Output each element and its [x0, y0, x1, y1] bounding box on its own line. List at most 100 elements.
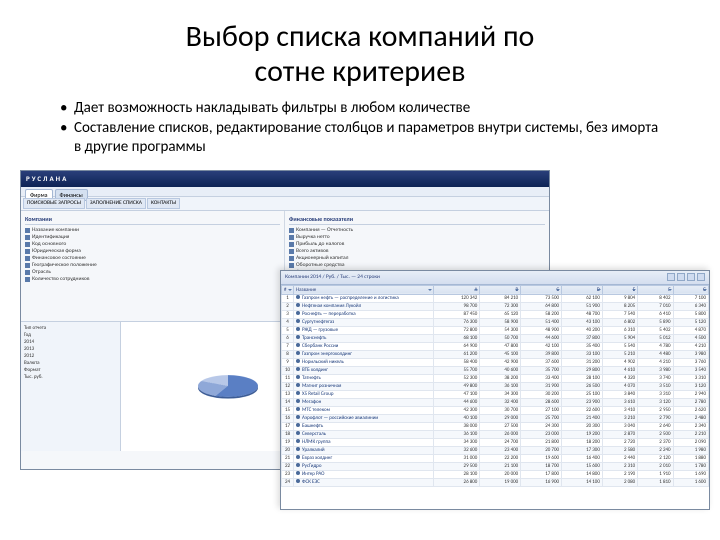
pie-sidebar: Тип отчетаГод201420132012ВалютаФорматТыс…	[21, 322, 121, 451]
table-row[interactable]: 24ФСК ЕЭС26 80019 00016 90014 1002 0801 …	[282, 478, 709, 486]
row-icon	[296, 303, 300, 307]
table-row[interactable]: 6Транснефть68 10050 70044 60037 8005 904…	[282, 334, 709, 342]
data-cell: 28 100	[434, 470, 480, 478]
table-row[interactable]: 2Нефтяная компания Лукойл98 70072 30064 …	[282, 302, 709, 310]
item-icon	[289, 228, 294, 233]
table-row[interactable]: 22РусГидро29 50021 10018 70015 6002 3102…	[282, 462, 709, 470]
column-header[interactable]: G	[673, 285, 708, 294]
table-row[interactable]: 10ВТБ холдинг55 70040 60035 70029 8004 6…	[282, 366, 709, 374]
subtab-2[interactable]: ЗАПОЛНЕНИЕ СПИСКА	[86, 198, 146, 209]
column-header[interactable]: F	[638, 285, 673, 294]
criteria-item[interactable]: Географическое положение	[25, 262, 280, 269]
data-grid[interactable]: #НазваниеABCDEFG 1Газпром нефть — распре…	[281, 285, 709, 487]
company-name-cell: Транснефть	[294, 334, 434, 342]
subtab-1[interactable]: ПОИСКОВЫЕ ЗАПРОСЫ	[23, 198, 85, 209]
data-cell: 8	[282, 350, 294, 358]
table-row[interactable]: 20Уралкалий32 60023 40020 70017 3002 580…	[282, 446, 709, 454]
column-header[interactable]: #	[282, 285, 294, 294]
criteria-item[interactable]: Код основного	[25, 241, 280, 248]
table-row[interactable]: 23Интер РАО28 10020 00017 80014 8002 190…	[282, 470, 709, 478]
data-cell: 2 240	[638, 446, 673, 454]
data-cell: 29 800	[562, 366, 603, 374]
company-name-cell: Мегафон	[294, 398, 434, 406]
table-row[interactable]: 13X5 Retail Group47 10034 30030 20025 10…	[282, 390, 709, 398]
data-cell: 64 800	[521, 302, 562, 310]
data-cell: 2 440	[602, 454, 637, 462]
row-icon	[296, 479, 300, 483]
table-row[interactable]: 8Газпром энергохолдинг61 20045 10039 800…	[282, 350, 709, 358]
grid-toolbar: Компании 2014 / Руб. / Тыс. — 24 строки	[281, 271, 709, 285]
column-header[interactable]: D	[562, 285, 603, 294]
sidebar-line: Год	[24, 332, 117, 339]
criteria-item[interactable]: Выручка нетто	[289, 234, 545, 241]
data-cell: 3 510	[638, 382, 673, 390]
table-row[interactable]: 19НЛМК группа34 30024 70021 80018 2002 7…	[282, 438, 709, 446]
data-cell: 4 902	[602, 358, 637, 366]
data-cell: 5	[282, 326, 294, 334]
column-header[interactable]: C	[521, 285, 562, 294]
data-cell: 42 900	[480, 358, 521, 366]
criteria-item[interactable]: Юридическая форма	[25, 248, 280, 255]
data-cell: 5 120	[673, 318, 708, 326]
row-icon	[296, 431, 300, 435]
data-cell: 33 100	[562, 350, 603, 358]
row-icon	[296, 407, 300, 411]
criteria-item[interactable]: Название компании	[25, 227, 280, 234]
table-row[interactable]: 12Магнит розничная49 80036 10031 90026 5…	[282, 382, 709, 390]
column-header[interactable]: B	[480, 285, 521, 294]
table-row[interactable]: 9Норильский никель58 40042 90037 60031 2…	[282, 358, 709, 366]
row-icon	[296, 439, 300, 443]
table-row[interactable]: 17Башнефть38 00027 50024 30020 3003 0402…	[282, 422, 709, 430]
criteria-item[interactable]: Всего активов	[289, 248, 545, 255]
data-cell: 8 402	[638, 294, 673, 302]
table-row[interactable]: 21Евраз холдинг31 00022 20019 60016 4002…	[282, 454, 709, 462]
app-window-grid: Компании 2014 / Руб. / Тыс. — 24 строки …	[280, 270, 710, 510]
data-cell: 2 870	[602, 430, 637, 438]
row-icon	[296, 351, 300, 355]
table-row[interactable]: 1Газпром нефть — распределение и логисти…	[282, 294, 709, 302]
data-cell: 31 900	[521, 382, 562, 390]
data-cell: 7 100	[673, 294, 708, 302]
table-row[interactable]: 15МТС телеком42 30030 70027 10022 6003 4…	[282, 406, 709, 414]
data-cell: 84 210	[480, 294, 521, 302]
grid-tool-2[interactable]	[677, 273, 685, 281]
table-row[interactable]: 11Татнефть52 30038 20033 40028 1004 3203…	[282, 374, 709, 382]
criteria-item[interactable]: Идентификация	[25, 234, 280, 241]
data-cell: 6 410	[638, 310, 673, 318]
table-row[interactable]: 16Аэрофлот — российские авиалинии40 1002…	[282, 414, 709, 422]
table-row[interactable]: 4Сургутнефтегаз76 30058 90051 40043 1006…	[282, 318, 709, 326]
data-cell: 5 904	[602, 334, 637, 342]
data-cell: 3 840	[602, 390, 637, 398]
table-row[interactable]: 18Северсталь36 10026 00023 00019 2002 87…	[282, 430, 709, 438]
item-icon	[25, 263, 30, 268]
criteria-item[interactable]: Оборотные средства	[289, 262, 545, 269]
subtab-3[interactable]: КОНТАКТЫ	[147, 198, 180, 209]
data-cell: 16 400	[562, 454, 603, 462]
data-cell: 21 100	[480, 462, 521, 470]
criteria-item[interactable]: Акционерный капитал	[289, 255, 545, 262]
grid-tool-1[interactable]	[667, 273, 675, 281]
screenshot-area: РУСЛАНА Фирма Финансы ПОИСКОВЫЕ ЗАПРОСЫ …	[20, 170, 700, 510]
data-cell: 19 200	[562, 430, 603, 438]
criteria-item[interactable]: Прибыль до налогов	[289, 241, 545, 248]
data-cell: 2 500	[638, 430, 673, 438]
column-header[interactable]: Название	[294, 285, 434, 294]
data-cell: 2 340	[673, 422, 708, 430]
criteria-item[interactable]: Финансовое состояние	[25, 255, 280, 262]
column-header[interactable]: A	[434, 285, 480, 294]
table-row[interactable]: 5РЖД — грузовые72 80054 30048 90040 2006…	[282, 326, 709, 334]
column-header[interactable]: E	[602, 285, 637, 294]
data-cell: 61 200	[434, 350, 480, 358]
table-row[interactable]: 3Роснефть — переработка87 45065 12058 20…	[282, 310, 709, 318]
table-row[interactable]: 14Мегафон44 60032 40028 60023 9003 6103 …	[282, 398, 709, 406]
company-name-cell: Аэрофлот — российские авиалинии	[294, 414, 434, 422]
app-logo: РУСЛАНА	[26, 174, 68, 183]
criteria-item[interactable]: Количество сотрудников	[25, 276, 280, 283]
table-row[interactable]: 7Сбербанк России64 90047 80042 10035 400…	[282, 342, 709, 350]
grid-tool-4[interactable]	[697, 273, 705, 281]
criteria-item[interactable]: Отрасль	[25, 269, 280, 276]
criteria-item[interactable]: Компания — Отчетность	[289, 227, 545, 234]
row-icon	[296, 295, 300, 299]
data-cell: 5 210	[602, 350, 637, 358]
grid-tool-3[interactable]	[687, 273, 695, 281]
